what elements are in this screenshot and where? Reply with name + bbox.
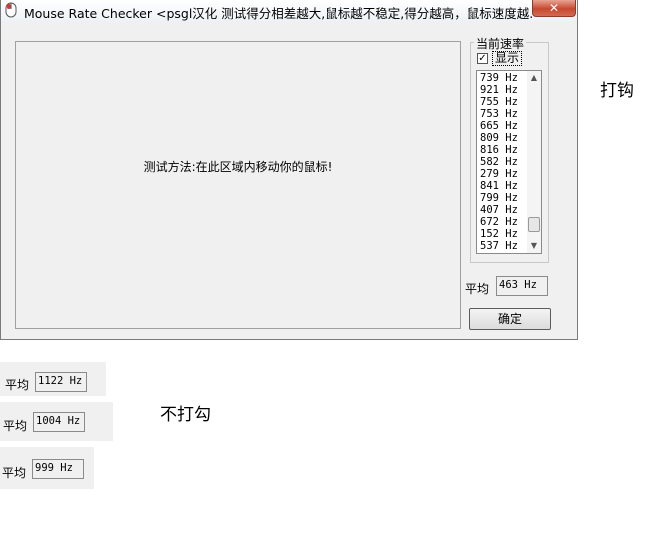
checkmark-icon: ✓ [478, 53, 487, 64]
close-icon: ✕ [548, 1, 560, 15]
rate-list-item[interactable]: 665 Hz [480, 120, 518, 132]
average-snippet-1: 平均 1122 Hz [0, 362, 106, 396]
mouse-rate-checker-window: Mouse Rate Checker <psgl汉化 测试得分相差越大,鼠标越不… [0, 0, 578, 340]
ok-button[interactable]: 确定 [469, 308, 551, 330]
rate-list-item[interactable]: 407 Hz [480, 204, 518, 216]
scrollbar-thumb[interactable] [528, 217, 540, 232]
rate-list-item[interactable]: 921 Hz [480, 84, 518, 96]
snippet-average-label: 平均 [2, 466, 27, 480]
rate-list-item[interactable]: 816 Hz [480, 144, 518, 156]
rate-list-item[interactable]: 582 Hz [480, 156, 518, 168]
unchecked-note: 不打勾 [160, 405, 211, 425]
average-value-field: 463 Hz [496, 276, 548, 296]
rate-list-item[interactable]: 809 Hz [480, 132, 518, 144]
show-rates-checkbox[interactable]: ✓ [477, 53, 488, 64]
snippet-average-label: 平均 [5, 378, 30, 392]
mouse-icon [5, 2, 17, 18]
rate-list-item[interactable]: 739 Hz [480, 72, 518, 84]
rate-list-item[interactable]: 753 Hz [480, 108, 518, 120]
average-snippet-2: 平均 1004 Hz [0, 402, 113, 441]
rate-list-item[interactable]: 799 Hz [480, 192, 518, 204]
rate-list-item[interactable]: 537 Hz [480, 240, 518, 252]
snippet-average-value: 1004 Hz [33, 412, 85, 432]
close-button[interactable]: ✕ [532, 0, 576, 17]
scroll-up-arrow-icon[interactable]: ▲ [527, 71, 541, 85]
average-snippet-3: 平均 999 Hz [0, 447, 94, 489]
snippet-average-value: 1122 Hz [35, 372, 87, 392]
title-bar[interactable]: Mouse Rate Checker <psgl汉化 测试得分相差越大,鼠标越不… [1, 0, 577, 21]
rate-list-item[interactable]: 755 Hz [480, 96, 518, 108]
test-instruction: 测试方法:在此区域内移动你的鼠标! [143, 160, 333, 174]
snippet-average-value: 999 Hz [32, 459, 84, 479]
rate-list-item[interactable]: 279 Hz [480, 168, 518, 180]
current-rate-group-title: 当前速率 [474, 35, 527, 52]
rate-list-item[interactable]: 672 Hz [480, 216, 518, 228]
checked-note: 打钩 [600, 81, 634, 101]
rate-list: 739 Hz 921 Hz 755 Hz 753 Hz 665 Hz 809 Hz 816 … [480, 72, 518, 252]
average-label: 平均 [465, 282, 490, 296]
show-rates-checkbox-row[interactable]: ✓ 显示 [477, 51, 523, 66]
window-title: Mouse Rate Checker <psgl汉化 测试得分相差越大,鼠标越不… [24, 6, 534, 21]
rate-listbox[interactable]: 739 Hz 921 Hz 755 Hz 753 Hz 665 Hz 809 Hz 816 … [476, 70, 542, 254]
scroll-down-arrow-icon[interactable]: ▼ [527, 239, 541, 253]
client-area: 测试方法:在此区域内移动你的鼠标! 当前速率 ✓ 显示 739 Hz 921 Hz… [5, 22, 575, 338]
snippet-average-label: 平均 [3, 419, 28, 433]
listbox-scrollbar[interactable]: ▲ ▼ [527, 71, 541, 253]
rate-list-item[interactable]: 841 Hz [480, 180, 518, 192]
show-rates-label[interactable]: 显示 [492, 51, 523, 66]
rate-list-item[interactable]: 152 Hz [480, 228, 518, 240]
mouse-test-area[interactable]: 测试方法:在此区域内移动你的鼠标! [15, 41, 461, 329]
